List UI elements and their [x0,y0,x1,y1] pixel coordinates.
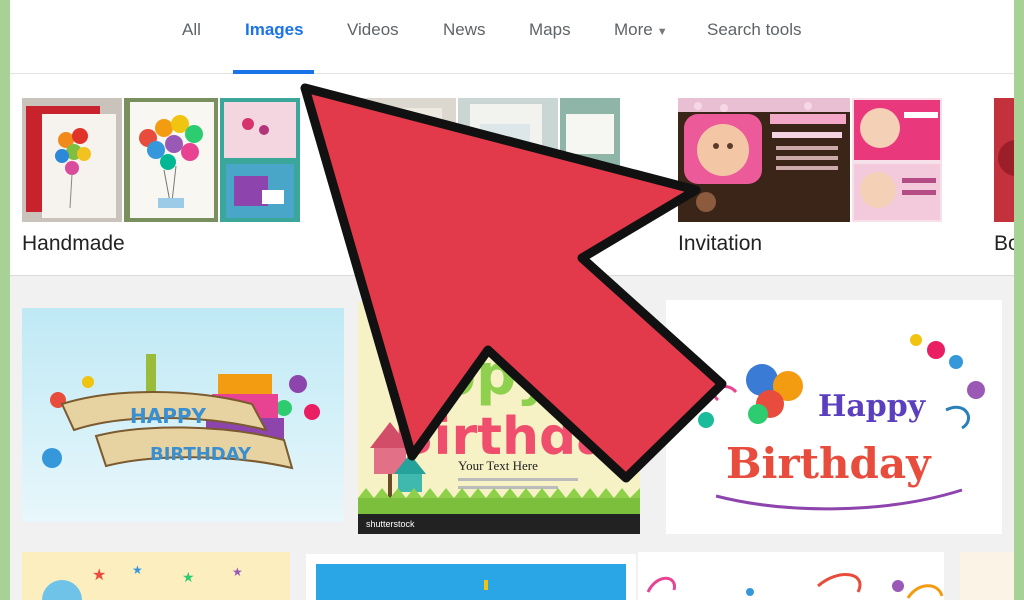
suggestion-label: Invitation [678,232,763,255]
stars-balloon-image: ★ ★ ★ ★ [22,552,290,600]
suggestion-m[interactable]: M [352,98,620,255]
svg-text:★: ★ [232,565,243,579]
image-search-page: All Images Videos News Maps More ▼ Search… [10,0,1014,600]
tab-more[interactable]: More ▼ [614,20,668,74]
search-tools-button[interactable]: Search tools [707,20,802,74]
suggestion-label: Bo [994,232,1014,255]
suggestion-handmade[interactable]: Handmade [22,98,300,255]
happy-birthday-banner-image: HAPPY BIRTHDAY [22,308,344,522]
suggestion-label: Handmade [22,232,125,255]
svg-text:★: ★ [182,570,195,586]
frame-left [0,0,10,600]
search-tabs-bar: All Images Videos News Maps More ▼ Search… [10,0,1014,74]
watermark-text: shutterstock [366,519,415,529]
colorful-happy-birthday-image: Happy Birthday [666,300,1002,534]
watermark-bar: shutterstock [358,514,640,534]
suggestion-thumbnail [994,98,1014,222]
suggestion-thumbnail [220,98,300,222]
result-image[interactable]: HAPPY BIRTHDAY [22,308,344,522]
suggestion-thumbnail [560,98,620,222]
result-image[interactable] [638,552,944,600]
blue-birthday-image [306,554,636,600]
template-subtext: Your Text Here [458,458,538,473]
tab-all[interactable]: All [182,20,201,74]
caret-down-icon: ▼ [656,26,668,38]
tab-videos[interactable]: Videos [347,20,399,74]
headline-line-1: Happy [818,389,927,424]
suggestion-thumbnail [852,98,942,222]
suggestion-thumbnail [124,98,218,222]
headline-line-2: Birthday [726,439,932,488]
suggestion-thumbnail [352,98,456,222]
banner-line-1: HAPPY [130,404,207,428]
suggestion-label: M [352,232,370,255]
svg-text:★: ★ [132,563,143,577]
tab-images[interactable]: Images [233,20,314,74]
headline-part-1: ppy [436,343,553,408]
suggestion-bo[interactable]: Bo [994,98,1014,255]
frame-right [1014,0,1024,600]
swirl-birthday-image [638,552,944,600]
related-searches-strip: Handmade M Invitation Bo [10,74,1014,276]
suggestion-thumbnail [458,98,558,222]
suggestion-thumbnail [22,98,122,222]
result-image[interactable]: ★ ★ ★ ★ [22,552,290,600]
suggestion-invitation[interactable]: Invitation [678,98,942,255]
result-image[interactable]: Happy Birthday [666,300,1002,534]
suggestion-thumbnail [678,98,850,222]
birthday-card-template-image: ppy Birthday Your Text Here [358,302,640,534]
result-image[interactable]: ppy Birthday Your Text Here shutterstock [358,302,640,534]
result-image[interactable] [960,552,1014,600]
tab-maps[interactable]: Maps [529,20,571,74]
result-image[interactable] [306,554,636,600]
svg-text:★: ★ [92,565,106,584]
banner-line-2: BIRTHDAY [150,444,252,465]
tab-more-label: More [614,20,653,39]
tab-news[interactable]: News [443,20,486,74]
